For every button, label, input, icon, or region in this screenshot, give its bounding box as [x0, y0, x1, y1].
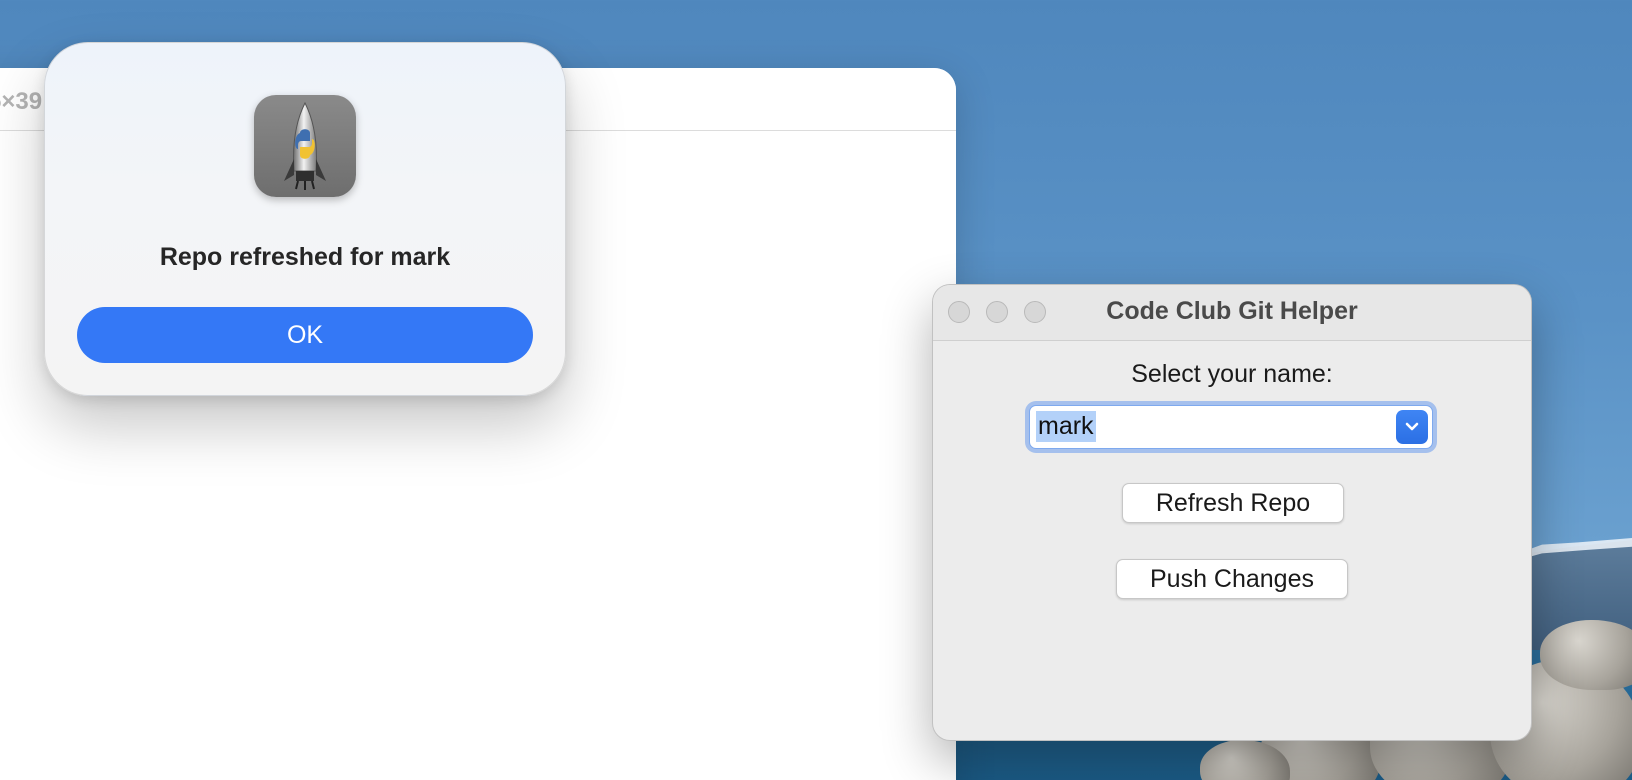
- combobox-selected-value[interactable]: mark: [1036, 411, 1096, 442]
- name-combobox[interactable]: mark: [1029, 405, 1433, 449]
- git-helper-titlebar[interactable]: Code Club Git Helper: [933, 285, 1531, 341]
- window-title: Code Club Git Helper: [1106, 297, 1358, 325]
- alert-message: Repo refreshed for mark: [159, 243, 451, 271]
- alert-dialog: Repo refreshed for mark OK: [44, 42, 566, 396]
- background-window-title: 5×39: [0, 88, 43, 115]
- select-name-label: Select your name:: [1131, 360, 1333, 388]
- chevron-down-icon[interactable]: [1396, 410, 1428, 444]
- python-rocket-app-icon: [254, 95, 356, 197]
- push-changes-button[interactable]: Push Changes: [1116, 559, 1348, 599]
- ok-button[interactable]: OK: [77, 307, 533, 363]
- git-helper-window: Code Club Git Helper Select your name: m…: [932, 284, 1532, 741]
- refresh-repo-button[interactable]: Refresh Repo: [1122, 483, 1344, 523]
- wallpaper-rock: [1540, 620, 1632, 690]
